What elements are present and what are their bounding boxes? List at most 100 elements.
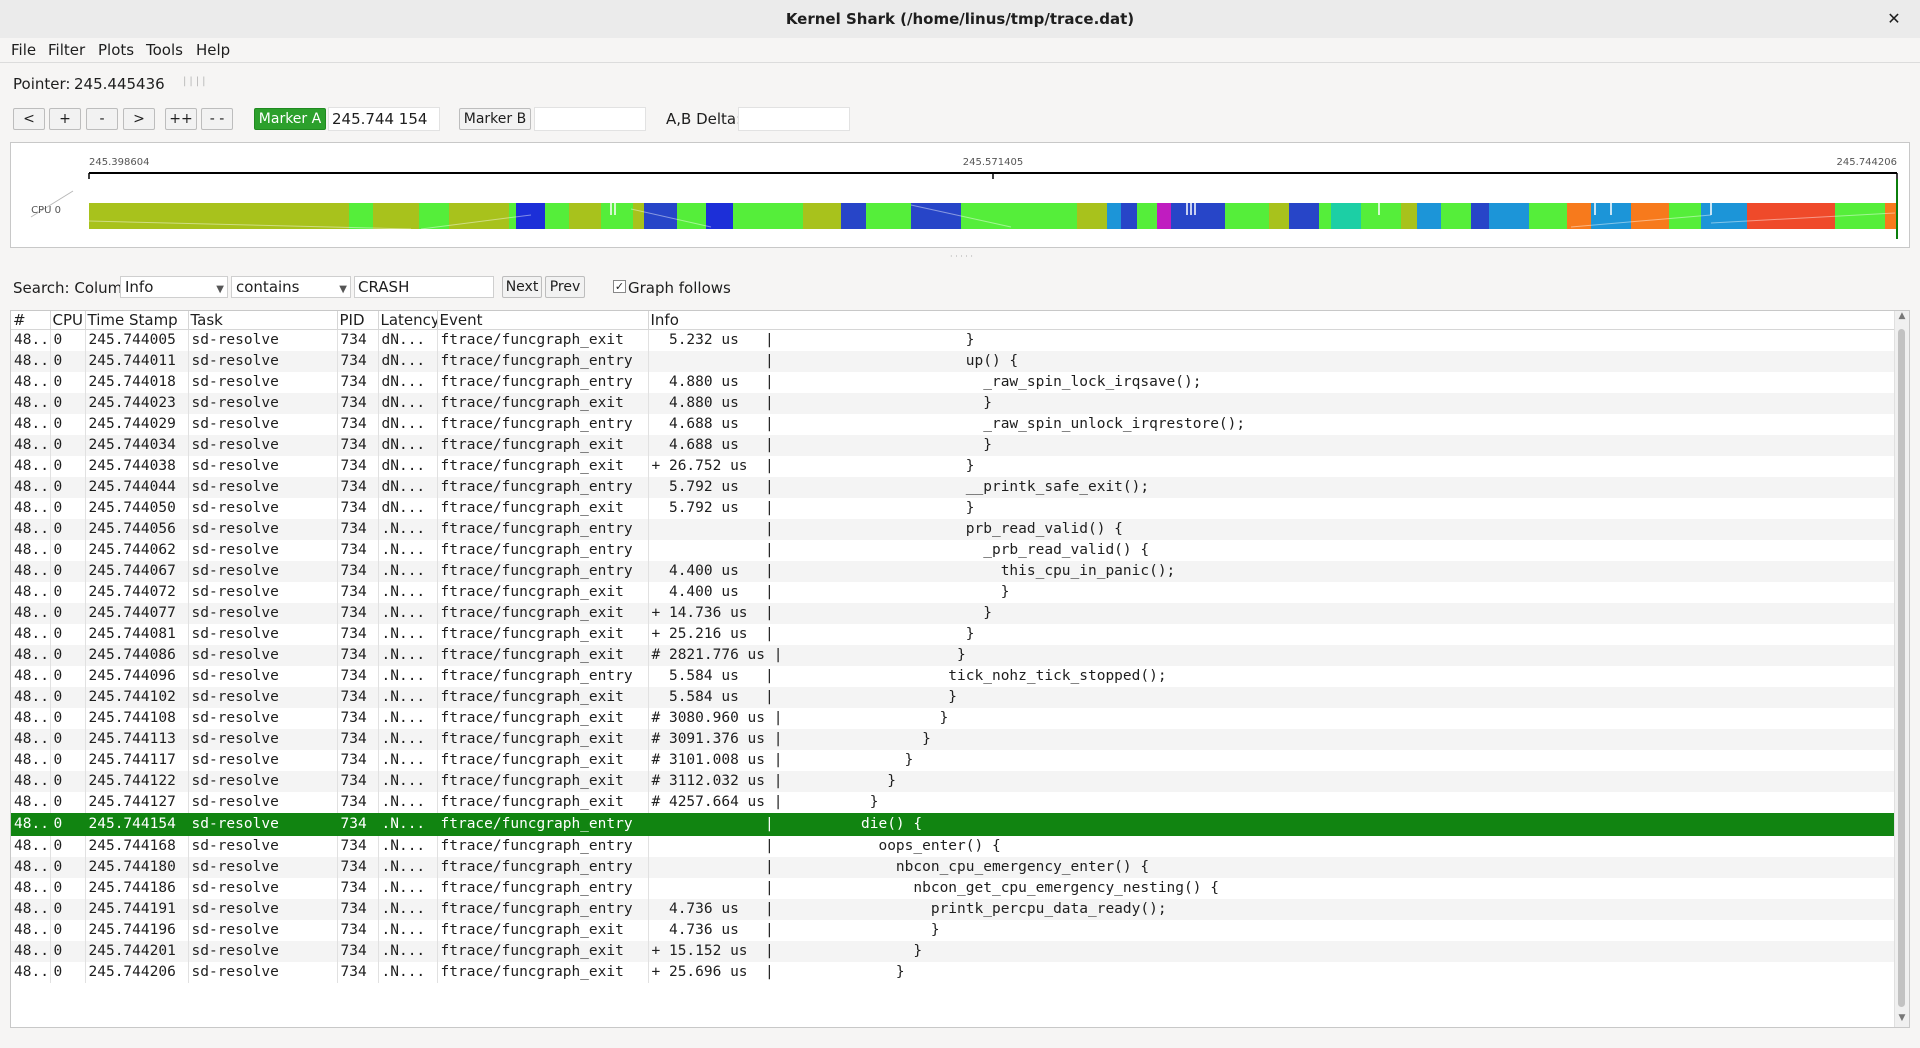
task-bar-15[interactable] (803, 203, 841, 229)
table-row[interactable]: 48...0245.744077sd-resolve734.N...ftrace… (11, 603, 1896, 624)
task-bar-16[interactable] (841, 203, 866, 229)
menu-help[interactable]: Help (192, 38, 234, 62)
table-row[interactable]: 48...0245.744056sd-resolve734.N...ftrace… (11, 519, 1896, 540)
table-row[interactable]: 48...0245.744168sd-resolve734.N...ftrace… (11, 836, 1896, 857)
table-row[interactable]: 48...0245.744102sd-resolve734.N...ftrace… (11, 687, 1896, 708)
zoom-min-button[interactable]: - - (201, 108, 233, 130)
task-bar-37[interactable] (1529, 203, 1567, 229)
search-column-select[interactable]: Info ▼ (120, 276, 228, 298)
table-row[interactable]: 48...0245.744038sd-resolve734dN...ftrace… (11, 456, 1896, 477)
task-bar-36[interactable] (1489, 203, 1529, 229)
task-bar-25[interactable] (1171, 203, 1225, 229)
table-row[interactable]: 48...0245.744122sd-resolve734.N...ftrace… (11, 771, 1896, 792)
marker-a-button[interactable]: Marker A (254, 108, 326, 130)
col-header-info[interactable]: Info (648, 311, 1896, 330)
scrollbar-thumb[interactable] (1898, 329, 1905, 1007)
table-row[interactable]: 48...0245.744201sd-resolve734.N...ftrace… (11, 941, 1896, 962)
task-bar-43[interactable] (1747, 203, 1835, 229)
table-row[interactable]: 48...0245.744206sd-resolve734.N...ftrace… (11, 962, 1896, 983)
table-row[interactable]: 48...0245.744186sd-resolve734.N...ftrace… (11, 878, 1896, 899)
task-bar-23[interactable] (1137, 203, 1157, 229)
task-bar-35[interactable] (1471, 203, 1489, 229)
table-row[interactable]: 48...0245.744127sd-resolve734.N...ftrace… (11, 792, 1896, 813)
task-bar-17[interactable] (866, 203, 911, 229)
task-bar-31[interactable] (1361, 203, 1401, 229)
table-row[interactable]: 48...0245.744096sd-resolve734.N...ftrace… (11, 666, 1896, 687)
cpu-graph[interactable]: 245.398604 245.571405 245.744206 CPU 0 (11, 143, 1909, 247)
table-row[interactable]: 48...0245.744011sd-resolve734dN...ftrace… (11, 351, 1896, 372)
task-bar-29[interactable] (1319, 203, 1331, 229)
task-bar-24[interactable] (1157, 203, 1171, 229)
task-bar-1[interactable] (349, 203, 373, 229)
task-bar-40[interactable] (1631, 203, 1669, 229)
menu-file[interactable]: File (7, 38, 40, 62)
zoom-out-button[interactable]: - (86, 108, 118, 130)
task-bar-45[interactable] (1885, 203, 1897, 229)
trace-graph-panel[interactable]: 245.398604 245.571405 245.744206 CPU 0 (10, 142, 1910, 248)
table-scrollbar[interactable]: ▲ ▼ (1894, 311, 1909, 1027)
task-bar-3[interactable] (419, 203, 449, 229)
task-bar-22[interactable] (1121, 203, 1137, 229)
task-bar-13[interactable] (706, 203, 733, 229)
table-row[interactable]: 48...0245.744113sd-resolve734.N...ftrace… (11, 729, 1896, 750)
task-bar-7[interactable] (545, 203, 569, 229)
table-row[interactable]: 48...0245.744062sd-resolve734.N...ftrace… (11, 540, 1896, 561)
search-mode-select[interactable]: contains ▼ (231, 276, 351, 298)
scroll-left-button[interactable]: < (13, 108, 45, 130)
scroll-up-icon[interactable]: ▲ (1895, 311, 1909, 325)
event-table[interactable]: # CPU Time Stamp Task PID Latency Event … (10, 310, 1910, 1028)
task-bar-26[interactable] (1225, 203, 1269, 229)
table-row[interactable]: 48...0245.744154sd-resolve734.N...ftrace… (11, 813, 1896, 836)
col-header-cpu[interactable]: CPU (50, 311, 86, 330)
close-icon[interactable]: ✕ (1882, 7, 1906, 31)
table-row[interactable]: 48...0245.744108sd-resolve734.N...ftrace… (11, 708, 1896, 729)
task-bar-33[interactable] (1417, 203, 1441, 229)
menu-filter[interactable]: Filter (44, 38, 89, 62)
table-row[interactable]: 48...0245.744117sd-resolve734.N...ftrace… (11, 750, 1896, 771)
table-row[interactable]: 48...0245.744191sd-resolve734.N...ftrace… (11, 899, 1896, 920)
table-row[interactable]: 48...0245.744180sd-resolve734.N...ftrace… (11, 857, 1896, 878)
task-bar-4[interactable] (449, 203, 509, 229)
zoom-max-button[interactable]: ++ (165, 108, 197, 130)
splitter-handle[interactable]: · · · · · (950, 252, 973, 261)
task-bar-2[interactable] (373, 203, 419, 229)
scroll-right-button[interactable]: > (123, 108, 155, 130)
table-row[interactable]: 48...0245.744196sd-resolve734.N...ftrace… (11, 920, 1896, 941)
table-row[interactable]: 48...0245.744086sd-resolve734.N...ftrace… (11, 645, 1896, 666)
task-bar-20[interactable] (1077, 203, 1107, 229)
col-header-latency[interactable]: Latency (378, 311, 438, 330)
task-bar-27[interactable] (1269, 203, 1289, 229)
table-row[interactable]: 48...0245.744005sd-resolve734dN...ftrace… (11, 329, 1896, 351)
task-bar-0[interactable] (89, 203, 349, 229)
col-header-index[interactable]: # (11, 311, 51, 330)
col-header-pid[interactable]: PID (337, 311, 379, 330)
col-header-task[interactable]: Task (188, 311, 338, 330)
table-row[interactable]: 48...0245.744081sd-resolve734.N...ftrace… (11, 624, 1896, 645)
task-bar-5[interactable] (509, 203, 516, 229)
scroll-down-icon[interactable]: ▼ (1895, 1013, 1909, 1027)
menu-plots[interactable]: Plots (94, 38, 138, 62)
task-bar-8[interactable] (569, 203, 601, 229)
col-header-event[interactable]: Event (437, 311, 649, 330)
zoom-in-button[interactable]: + (49, 108, 81, 130)
marker-b-button[interactable]: Marker B (459, 108, 531, 130)
graph-follows-checkbox[interactable]: ✓ (613, 280, 626, 293)
task-bar-32[interactable] (1401, 203, 1417, 229)
search-input[interactable]: CRASH (354, 276, 494, 298)
task-bar-14[interactable] (733, 203, 803, 229)
task-bar-21[interactable] (1107, 203, 1121, 229)
search-next-button[interactable]: Next (502, 276, 542, 298)
table-row[interactable]: 48...0245.744044sd-resolve734dN...ftrace… (11, 477, 1896, 498)
task-bar-28[interactable] (1289, 203, 1319, 229)
task-bar-34[interactable] (1441, 203, 1471, 229)
task-bar-30[interactable] (1331, 203, 1361, 229)
task-bar-42[interactable] (1701, 203, 1747, 229)
table-row[interactable]: 48...0245.744067sd-resolve734.N...ftrace… (11, 561, 1896, 582)
menu-tools[interactable]: Tools (142, 38, 187, 62)
search-prev-button[interactable]: Prev (545, 276, 585, 298)
task-bar-10[interactable] (633, 203, 644, 229)
table-row[interactable]: 48...0245.744023sd-resolve734dN...ftrace… (11, 393, 1896, 414)
task-bar-19[interactable] (961, 203, 1077, 229)
table-row[interactable]: 48...0245.744029sd-resolve734dN...ftrace… (11, 414, 1896, 435)
table-row[interactable]: 48...0245.744018sd-resolve734dN...ftrace… (11, 372, 1896, 393)
